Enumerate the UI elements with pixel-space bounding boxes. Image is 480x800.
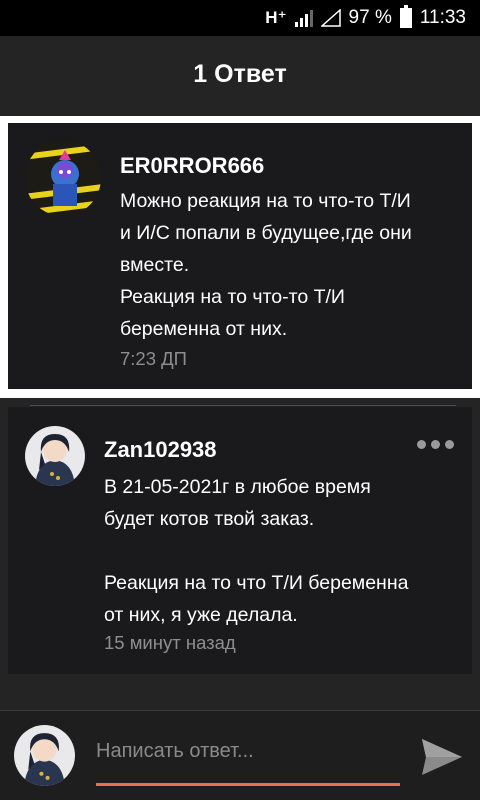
reply-comment: Zan102938 В 21-05-2021г в любое время бу… bbox=[8, 407, 472, 674]
send-icon[interactable] bbox=[420, 737, 464, 777]
clock: 11:33 bbox=[419, 7, 466, 28]
battery-percent: 97 % bbox=[348, 7, 392, 28]
reply-text: В 21-05-2021г в любое время будет котов … bbox=[104, 476, 409, 626]
divider bbox=[30, 405, 456, 406]
root-comment: ER0RROR666 Можно реакция на то что-то Т/… bbox=[0, 116, 480, 398]
avatar[interactable] bbox=[25, 426, 85, 486]
signal-icon bbox=[294, 9, 313, 27]
reply-time: 15 минут назад bbox=[104, 632, 236, 653]
page-title: 1 Ответ bbox=[193, 59, 287, 88]
input-underline bbox=[96, 783, 400, 786]
comment-text: Можно реакция на то что-то Т/И и И/С поп… bbox=[120, 190, 412, 340]
more-dots-icon[interactable] bbox=[417, 440, 454, 449]
reply-username[interactable]: Zan102938 bbox=[104, 437, 217, 463]
battery-icon bbox=[399, 5, 412, 28]
comment-time: 7:23 ДП bbox=[120, 348, 187, 369]
comment-username[interactable]: ER0RROR666 bbox=[120, 153, 264, 179]
network-type: H⁺ bbox=[265, 8, 287, 27]
reply-composer bbox=[0, 710, 480, 800]
avatar[interactable] bbox=[25, 140, 101, 216]
status-bar: H⁺ 97 % 11:33 bbox=[0, 0, 480, 36]
root-comment-card: ER0RROR666 Можно реакция на то что-то Т/… bbox=[8, 123, 472, 389]
reply-input[interactable] bbox=[96, 731, 400, 771]
header: 1 Ответ bbox=[0, 36, 480, 112]
avatar bbox=[14, 725, 75, 786]
no-signal-icon bbox=[320, 9, 341, 27]
